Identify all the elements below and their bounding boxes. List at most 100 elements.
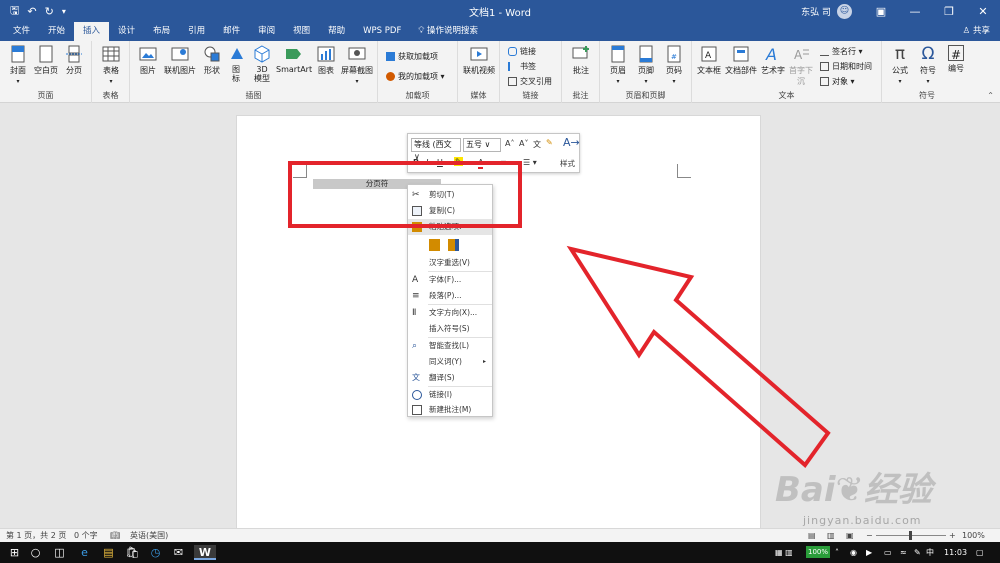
clock-time[interactable]: 11:03 (944, 542, 967, 563)
menu-item-translate[interactable]: 文 翻译(S) (408, 370, 492, 386)
battery-indicator[interactable]: 100% (806, 546, 831, 558)
tab-insert[interactable]: 插入 (74, 22, 110, 41)
store-icon[interactable]: 🛍︎ (125, 545, 140, 560)
textbox-button[interactable]: A 文本框 (696, 45, 722, 76)
link-button[interactable]: 链接 (508, 46, 536, 57)
edge-icon[interactable]: e (77, 545, 92, 560)
page-break-button[interactable]: 分页 (62, 45, 86, 76)
proofing-icon[interactable]: 📖︎ (110, 530, 120, 542)
get-addins-button[interactable]: 获取加载项 (386, 51, 438, 62)
pen-icon[interactable]: ✎ (914, 542, 921, 563)
tab-file[interactable]: 文件 (4, 22, 39, 41)
menu-item-synonyms[interactable]: 同义词(Y) ▸ (408, 354, 492, 370)
focus-mode-icon[interactable]: ▤ (808, 530, 816, 542)
user-name[interactable]: 东弘 司 (801, 5, 831, 18)
cover-page-button[interactable]: 封面 ▾ (6, 45, 30, 85)
ribbon-display-options-icon[interactable]: ▣ (864, 5, 898, 18)
smartart-button[interactable]: SmartArt (276, 45, 312, 74)
font-size-field[interactable]: 五号 ∨ (463, 138, 501, 152)
menu-item-reconversion[interactable]: 汉字重选(V) (408, 255, 492, 271)
read-mode-icon[interactable]: ▥ (827, 530, 835, 542)
menu-item-paragraph[interactable]: ≡ 段落(P)... (408, 288, 492, 304)
task-view-icon[interactable]: ◫ (52, 545, 67, 560)
ime-indicator[interactable]: 中 (926, 542, 934, 563)
shapes-button[interactable]: 形状 (200, 45, 224, 76)
blank-page-button[interactable]: 空白页 (32, 45, 60, 76)
icons-button[interactable]: 图 标 (228, 45, 244, 83)
paste-keep-source-icon[interactable] (429, 239, 440, 251)
menu-item-font[interactable]: A 字体(F)... (408, 272, 492, 288)
tray-chevron-icon[interactable]: ˄ (835, 542, 839, 563)
collapse-ribbon-icon[interactable]: ⌃ (987, 91, 994, 100)
word-taskbar-icon[interactable]: W (194, 545, 216, 560)
tab-references[interactable]: 引用 (179, 22, 214, 41)
date-time-button[interactable]: 日期和时间 (820, 61, 872, 72)
tab-view[interactable]: 视图 (284, 22, 319, 41)
object-button[interactable]: 对象 ▾ (820, 76, 855, 87)
my-addins-button[interactable]: 我的加载项 ▾ (386, 71, 445, 82)
shrink-font-icon[interactable]: A˅ (519, 139, 528, 148)
online-pictures-button[interactable]: 联机图片 (162, 45, 198, 76)
bookmark-button[interactable]: 书签 (508, 61, 536, 72)
tab-design[interactable]: 设计 (109, 22, 144, 41)
chart-button[interactable]: 图表 (316, 45, 336, 76)
network-icon[interactable]: ◉ (850, 542, 857, 563)
zoom-slider-thumb[interactable] (909, 531, 912, 540)
menu-item-new-comment[interactable]: 新建批注(M) (408, 402, 492, 418)
tab-help[interactable]: 帮助 (319, 22, 354, 41)
minimize-icon[interactable]: — (898, 5, 932, 18)
online-video-button[interactable]: 联机视频 (461, 45, 497, 76)
zoom-out-icon[interactable]: − (866, 530, 873, 542)
tab-home[interactable]: 开始 (39, 22, 74, 41)
paste-text-only-icon[interactable] (448, 239, 459, 251)
comment-button[interactable]: 批注 (569, 45, 593, 76)
menu-item-smart-lookup[interactable]: ⌕ 智能查找(L) (408, 338, 492, 354)
symbol-button[interactable]: Ω 符号 ▾ (916, 45, 940, 85)
page-count[interactable]: 第 1 页，共 2 页 (6, 530, 66, 542)
font-name-field[interactable]: 等线 (西文 ∨ (411, 138, 461, 161)
pictures-button[interactable]: 图片 (136, 45, 160, 76)
battery-icon[interactable]: ▭ (884, 542, 892, 563)
tell-me-search[interactable]: 💡︎ 操作说明搜索 (418, 22, 478, 41)
clock-app-icon[interactable]: ◷ (148, 545, 163, 560)
format-painter-icon[interactable]: ✎ (546, 138, 553, 147)
drop-cap-button[interactable]: A 首字下沉 (786, 45, 816, 87)
print-layout-icon[interactable]: ▣ (846, 530, 854, 542)
language-indicator[interactable]: 英语(美国) (130, 530, 168, 542)
tab-layout[interactable]: 布局 (144, 22, 179, 41)
styles-icon[interactable]: A→ (563, 136, 580, 149)
equation-button[interactable]: π 公式 ▾ (888, 45, 912, 85)
numbering-list-icon[interactable]: ☰ ▾ (523, 158, 537, 167)
3d-models-button[interactable]: 3D 模型 (250, 45, 274, 83)
table-button[interactable]: 表格 ▾ (100, 45, 122, 85)
share-button[interactable]: ♙ 共享 (963, 22, 990, 41)
avatar[interactable]: ☺ (837, 3, 852, 19)
cortana-icon[interactable]: ○ (28, 545, 43, 560)
tab-review[interactable]: 审阅 (249, 22, 284, 41)
menu-item-text-direction[interactable]: Ⅱ 文字方向(X)... (408, 305, 492, 321)
tab-mailings[interactable]: 邮件 (214, 22, 249, 41)
menu-item-insert-symbol[interactable]: 插入符号(S) (408, 321, 492, 337)
word-count[interactable]: 0 个字 (74, 530, 98, 542)
header-button[interactable]: 页眉 ▾ (606, 45, 630, 85)
signature-line-button[interactable]: 签名行 ▾ (820, 46, 863, 57)
zoom-in-icon[interactable]: + (949, 530, 956, 542)
mail-icon[interactable]: ✉ (171, 545, 186, 560)
wifi-icon[interactable]: ≈ (900, 542, 907, 563)
close-icon[interactable]: ✕ (966, 5, 1000, 18)
menu-item-link[interactable]: 链接(I) (408, 387, 492, 403)
phonetic-guide-icon[interactable]: 文 (533, 139, 541, 150)
wordart-button[interactable]: A 艺术字 (760, 45, 786, 76)
numbering-button[interactable]: # 编号 (944, 45, 968, 74)
tab-wps-pdf[interactable]: WPS PDF (354, 22, 410, 41)
quick-parts-button[interactable]: 文档部件 (724, 45, 758, 76)
grow-font-icon[interactable]: A˄ (505, 139, 514, 148)
zoom-level[interactable]: 100% (962, 530, 985, 542)
page-number-button[interactable]: # 页码 ▾ (662, 45, 686, 85)
file-explorer-icon[interactable]: ▤ (101, 545, 116, 560)
footer-button[interactable]: 页脚 ▾ (634, 45, 658, 85)
notifications-icon[interactable]: ▢ (976, 542, 984, 563)
cross-reference-button[interactable]: 交叉引用 (508, 76, 552, 87)
screenshot-button[interactable]: 屏幕截图 ▾ (338, 45, 376, 85)
maximize-icon[interactable]: ❐ (932, 5, 966, 18)
